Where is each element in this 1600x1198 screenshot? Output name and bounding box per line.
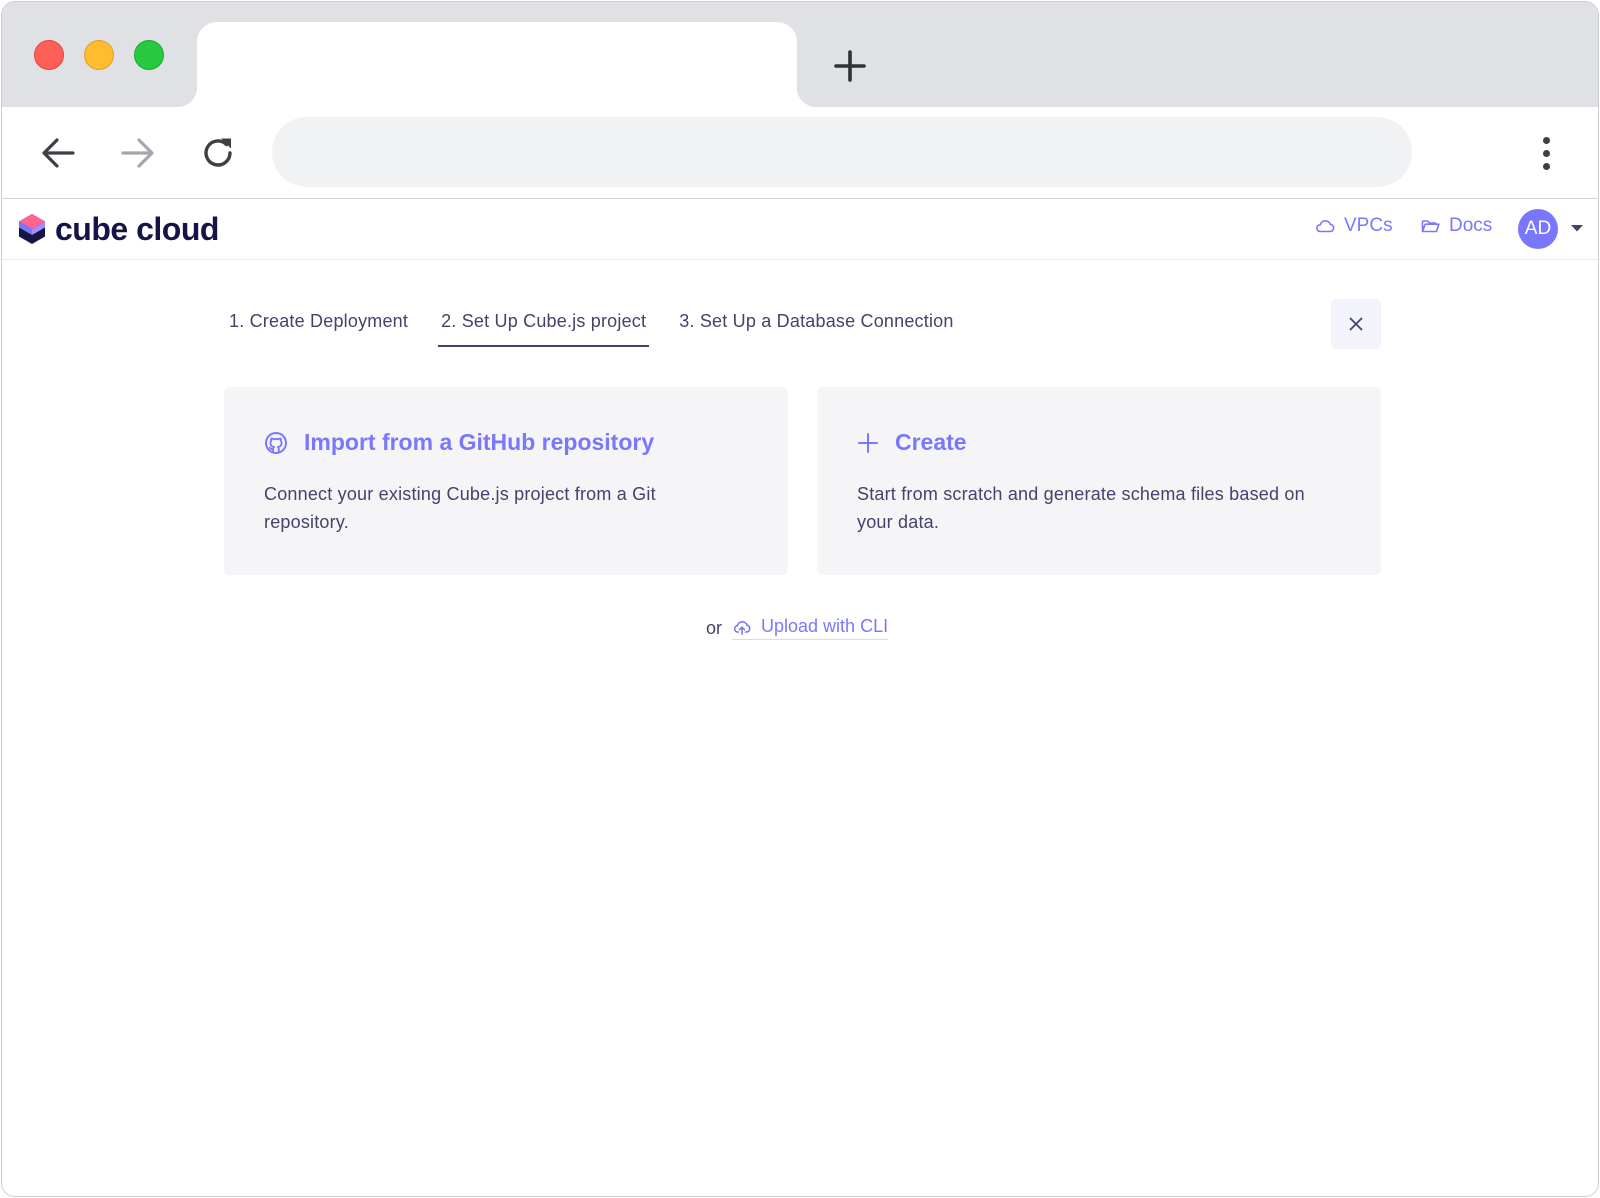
- arrow-left-icon: [42, 138, 75, 168]
- cube-logo-icon: [19, 214, 45, 244]
- create-project-description: Start from scratch and generate schema f…: [857, 484, 1305, 532]
- docs-link[interactable]: Docs: [1421, 215, 1492, 237]
- plus-icon: [834, 50, 866, 82]
- upload-cli-row: or Upload with CLI: [706, 616, 889, 640]
- minimize-window-button[interactable]: [84, 40, 114, 70]
- forward-button[interactable]: [114, 129, 162, 177]
- close-icon: [1349, 317, 1363, 331]
- step-create-deployment[interactable]: 1. Create Deployment: [226, 305, 411, 347]
- user-avatar[interactable]: AD: [1518, 209, 1558, 249]
- github-icon: [265, 431, 287, 454]
- new-tab-button[interactable]: [828, 44, 872, 88]
- import-github-card[interactable]: Import from a GitHub repository Connect …: [224, 387, 788, 575]
- close-window-button[interactable]: [34, 40, 64, 70]
- folder-icon: [1421, 220, 1440, 233]
- vpcs-link[interactable]: VPCs: [1315, 215, 1393, 237]
- cloud-upload-icon: [733, 620, 751, 635]
- create-project-title-text: Create: [895, 429, 967, 455]
- import-github-title: Import from a GitHub repository: [264, 429, 654, 456]
- kebab-dot: [1542, 162, 1550, 170]
- close-wizard-button[interactable]: [1331, 299, 1381, 349]
- wizard-steps: 1. Create Deployment 2. Set Up Cube.js p…: [226, 305, 957, 347]
- or-text: or: [706, 617, 723, 638]
- step-set-up-project[interactable]: 2. Set Up Cube.js project: [438, 305, 650, 347]
- reload-icon: [204, 138, 232, 167]
- import-github-title-text: Import from a GitHub repository: [304, 429, 655, 455]
- browser-menu-button[interactable]: [1528, 129, 1564, 177]
- browser-tabstrip: [2, 2, 1598, 107]
- address-bar[interactable]: [272, 117, 1412, 187]
- maximize-window-button[interactable]: [134, 40, 164, 70]
- vpcs-link-label: VPCs: [1344, 215, 1393, 236]
- plus-icon: [858, 432, 878, 453]
- upload-cli-link[interactable]: Upload with CLI: [732, 616, 889, 640]
- docs-link-label: Docs: [1449, 215, 1493, 236]
- back-button[interactable]: [34, 129, 82, 177]
- browser-window: cube cloud VPCs Docs AD 1. Create Deploy…: [1, 1, 1599, 1197]
- import-github-description: Connect your existing Cube.js project fr…: [264, 484, 656, 532]
- reload-button[interactable]: [194, 129, 242, 177]
- cube-cloud-logo[interactable]: cube cloud: [17, 212, 219, 246]
- cloud-icon: [1316, 220, 1335, 233]
- create-project-title: Create: [857, 429, 967, 456]
- arrow-right-icon: [121, 138, 154, 168]
- kebab-dot: [1542, 149, 1550, 157]
- kebab-dot: [1542, 136, 1550, 144]
- step-database-connection[interactable]: 3. Set Up a Database Connection: [676, 305, 956, 347]
- app-header: cube cloud VPCs Docs AD: [2, 199, 1598, 260]
- create-project-card[interactable]: Create Start from scratch and generate s…: [817, 387, 1381, 575]
- browser-toolbar: [2, 107, 1598, 199]
- logo-text: cube cloud: [55, 211, 219, 247]
- browser-tab-active[interactable]: [177, 22, 817, 107]
- upload-cli-label: Upload with CLI: [761, 616, 889, 636]
- caret-down-icon[interactable]: [1570, 223, 1584, 233]
